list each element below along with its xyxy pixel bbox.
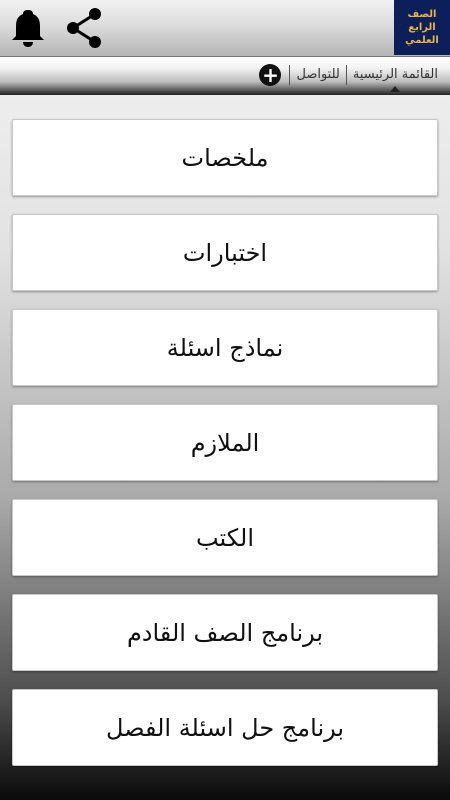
menu-item-question-samples[interactable]: نماذج اسئلة xyxy=(12,309,438,386)
notification-button[interactable] xyxy=(6,6,50,50)
menu-item-next-grade-program[interactable]: برنامج الصف القادم xyxy=(12,594,438,671)
tab-divider xyxy=(345,65,347,85)
tab-divider xyxy=(289,65,291,85)
tab-contact[interactable]: للتواصل xyxy=(292,64,343,86)
share-button[interactable] xyxy=(62,6,106,50)
main-menu: ملخصات اختبارات نماذج اسئلة الملازم الكت… xyxy=(12,119,438,784)
add-tab-button[interactable]: + xyxy=(259,63,282,87)
plus-icon: + xyxy=(262,63,279,87)
menu-item-chapter-solutions-program[interactable]: برنامج حل اسئلة الفصل xyxy=(12,689,438,766)
menu-item-booklets[interactable]: الملازم xyxy=(12,404,438,481)
app-top-bar: الصف الرابع العلمي xyxy=(0,0,450,57)
logo-line-1: الصف xyxy=(407,9,437,20)
logo-line-2: الرابع العلمي xyxy=(405,22,439,46)
bell-icon xyxy=(12,10,44,47)
menu-item-books[interactable]: الكتب xyxy=(12,499,438,576)
app-logo: الصف الرابع العلمي xyxy=(394,0,450,55)
tab-home[interactable]: القائمة الرئيسية xyxy=(349,64,442,92)
menu-item-summaries[interactable]: ملخصات xyxy=(12,119,438,196)
tab-bar: القائمة الرئيسية للتواصل + xyxy=(0,57,450,95)
menu-item-tests[interactable]: اختبارات xyxy=(12,214,438,291)
tabs-container: القائمة الرئيسية للتواصل + xyxy=(259,63,442,92)
share-icon xyxy=(67,8,101,48)
